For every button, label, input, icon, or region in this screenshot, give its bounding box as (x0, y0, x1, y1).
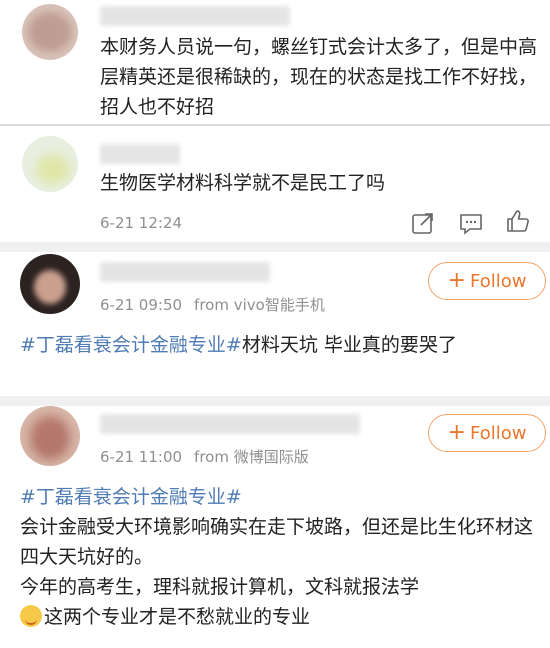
divider (0, 242, 550, 252)
post-line-with-emoji: 这两个专业才是不愁就业的专业 (20, 602, 540, 632)
post-meta: 6-21 11:00 from 微博国际版 (100, 446, 309, 467)
post-line: 这两个专业才是不愁就业的专业 (44, 606, 311, 628)
username-blurred[interactable] (100, 6, 290, 26)
avatar[interactable] (20, 254, 80, 314)
plus-icon: + (447, 420, 466, 445)
comment-time: 6-21 12:24 (100, 214, 183, 232)
follow-label: Follow (469, 270, 527, 292)
follow-label: Follow (469, 422, 527, 444)
username-blurred[interactable] (100, 144, 180, 164)
divider (0, 396, 550, 406)
comment-icon[interactable] (458, 210, 484, 236)
smiley-emoji-icon (20, 605, 42, 627)
avatar[interactable] (22, 136, 78, 192)
avatar[interactable] (20, 406, 80, 466)
divider (0, 124, 550, 126)
post-meta: 6-21 09:50 from vivo智能手机 (100, 294, 325, 315)
post-line: 今年的高考生，理科就报计算机，文科就报法学 (20, 576, 420, 598)
avatar[interactable] (22, 4, 78, 60)
share-icon[interactable] (410, 210, 436, 236)
post-hashtag-line: #丁磊看衰会计金融专业# (20, 482, 540, 512)
post-time: 6-21 11:00 (100, 448, 183, 466)
follow-button[interactable]: + Follow (428, 414, 546, 452)
follow-button[interactable]: + Follow (428, 262, 546, 300)
post-body: 材料天坑 毕业真的要哭了 (241, 334, 457, 356)
post-time: 6-21 09:50 (100, 296, 183, 314)
post-line: 会计金融受大环境影响确实在走下坡路，但还是比生化环材这四大天坑好的。 (20, 516, 534, 568)
post-source: from vivo智能手机 (194, 296, 325, 314)
like-icon[interactable] (505, 208, 531, 234)
hashtag-link[interactable]: #丁磊看衰会计金融专业# (20, 334, 242, 356)
username-blurred[interactable] (100, 414, 360, 434)
plus-icon: + (447, 268, 466, 293)
hashtag-link[interactable]: #丁磊看衰会计金融专业# (20, 486, 242, 508)
username-blurred[interactable] (100, 262, 270, 282)
post-text: #丁磊看衰会计金融专业#材料天坑 毕业真的要哭了 (20, 330, 540, 360)
comment-text: 本财务人员说一句，螺丝钉式会计太多了，但是中高层精英还是很稀缺的，现在的状态是找… (100, 36, 538, 118)
comment-text: 生物医学材料科学就不是民工了吗 (100, 172, 386, 194)
post-source: from 微博国际版 (194, 448, 309, 466)
